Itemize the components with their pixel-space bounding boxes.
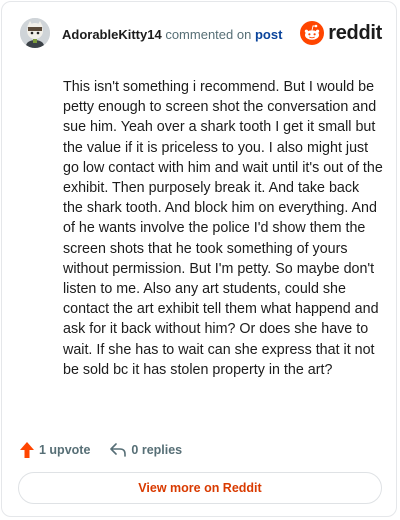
avatar-icon [20, 18, 50, 48]
comment-actions: 1 upvote 0 replies [20, 440, 182, 460]
avatar[interactable] [20, 18, 50, 48]
upvote-button[interactable]: 1 upvote [20, 442, 90, 458]
reddit-wordmark: reddit [328, 21, 382, 44]
upvote-arrow-icon [20, 442, 34, 458]
reddit-logo-icon [300, 21, 325, 45]
reply-arrow-icon [110, 443, 127, 457]
comment-meta: AdorableKitty14 commented on post [62, 27, 282, 42]
reddit-brand[interactable]: reddit [300, 21, 382, 45]
comment-body: This isn't something i recommend. But I … [63, 79, 383, 378]
upvote-count: 1 upvote [39, 443, 91, 457]
comment-card: AdorableKitty14 commented on post reddit… [1, 1, 397, 517]
action-text: commented on [165, 27, 252, 42]
username[interactable]: AdorableKitty14 [62, 27, 162, 42]
post-link[interactable]: post [255, 27, 282, 42]
view-more-button[interactable]: View more on Reddit [18, 472, 382, 504]
replies-button[interactable]: 0 replies [110, 443, 182, 457]
replies-count: 0 replies [131, 443, 183, 457]
comment-header: AdorableKitty14 commented on post reddit [20, 16, 384, 56]
